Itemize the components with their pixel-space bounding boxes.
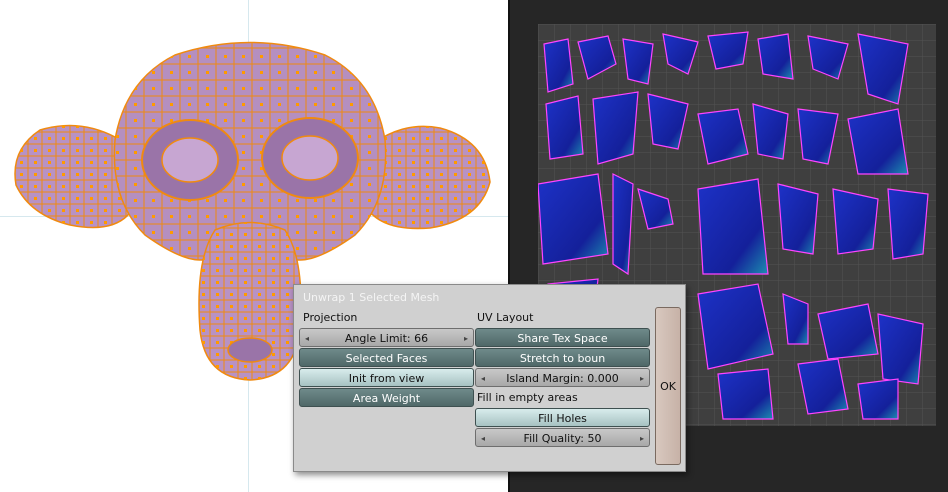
selected-faces-toggle[interactable]: Selected Faces	[299, 348, 474, 367]
unwrap-dialog: Unwrap 1 Selected Mesh Projection UV Lay…	[293, 284, 686, 472]
decrement-arrow-icon[interactable]: ◂	[481, 369, 485, 388]
area-weight-toggle[interactable]: Area Weight	[299, 388, 474, 407]
fill-quality-field[interactable]: ◂ Fill Quality: 50 ▸	[475, 428, 650, 447]
angle-limit-field[interactable]: ◂ Angle Limit: 66 ▸	[299, 328, 474, 347]
share-tex-space-toggle[interactable]: Share Tex Space	[475, 328, 650, 347]
island-margin-value: Island Margin: 0.000	[506, 372, 619, 385]
init-from-view-toggle[interactable]: Init from view	[299, 368, 474, 387]
uv-layout-label: UV Layout	[477, 311, 534, 324]
fill-empty-areas-label: Fill in empty areas	[477, 391, 578, 404]
fill-quality-value: Fill Quality: 50	[523, 432, 602, 445]
ok-button[interactable]: OK	[655, 307, 681, 465]
decrement-arrow-icon[interactable]: ◂	[481, 429, 485, 448]
stretch-to-bounds-toggle[interactable]: Stretch to boun	[475, 348, 650, 367]
projection-label: Projection	[303, 311, 358, 324]
island-margin-field[interactable]: ◂ Island Margin: 0.000 ▸	[475, 368, 650, 387]
angle-limit-value: Angle Limit: 66	[344, 332, 429, 345]
fill-holes-toggle[interactable]: Fill Holes	[475, 408, 650, 427]
decrement-arrow-icon[interactable]: ◂	[305, 329, 309, 348]
increment-arrow-icon[interactable]: ▸	[640, 369, 644, 388]
increment-arrow-icon[interactable]: ▸	[640, 429, 644, 448]
dialog-title: Unwrap 1 Selected Mesh	[303, 291, 440, 304]
increment-arrow-icon[interactable]: ▸	[464, 329, 468, 348]
